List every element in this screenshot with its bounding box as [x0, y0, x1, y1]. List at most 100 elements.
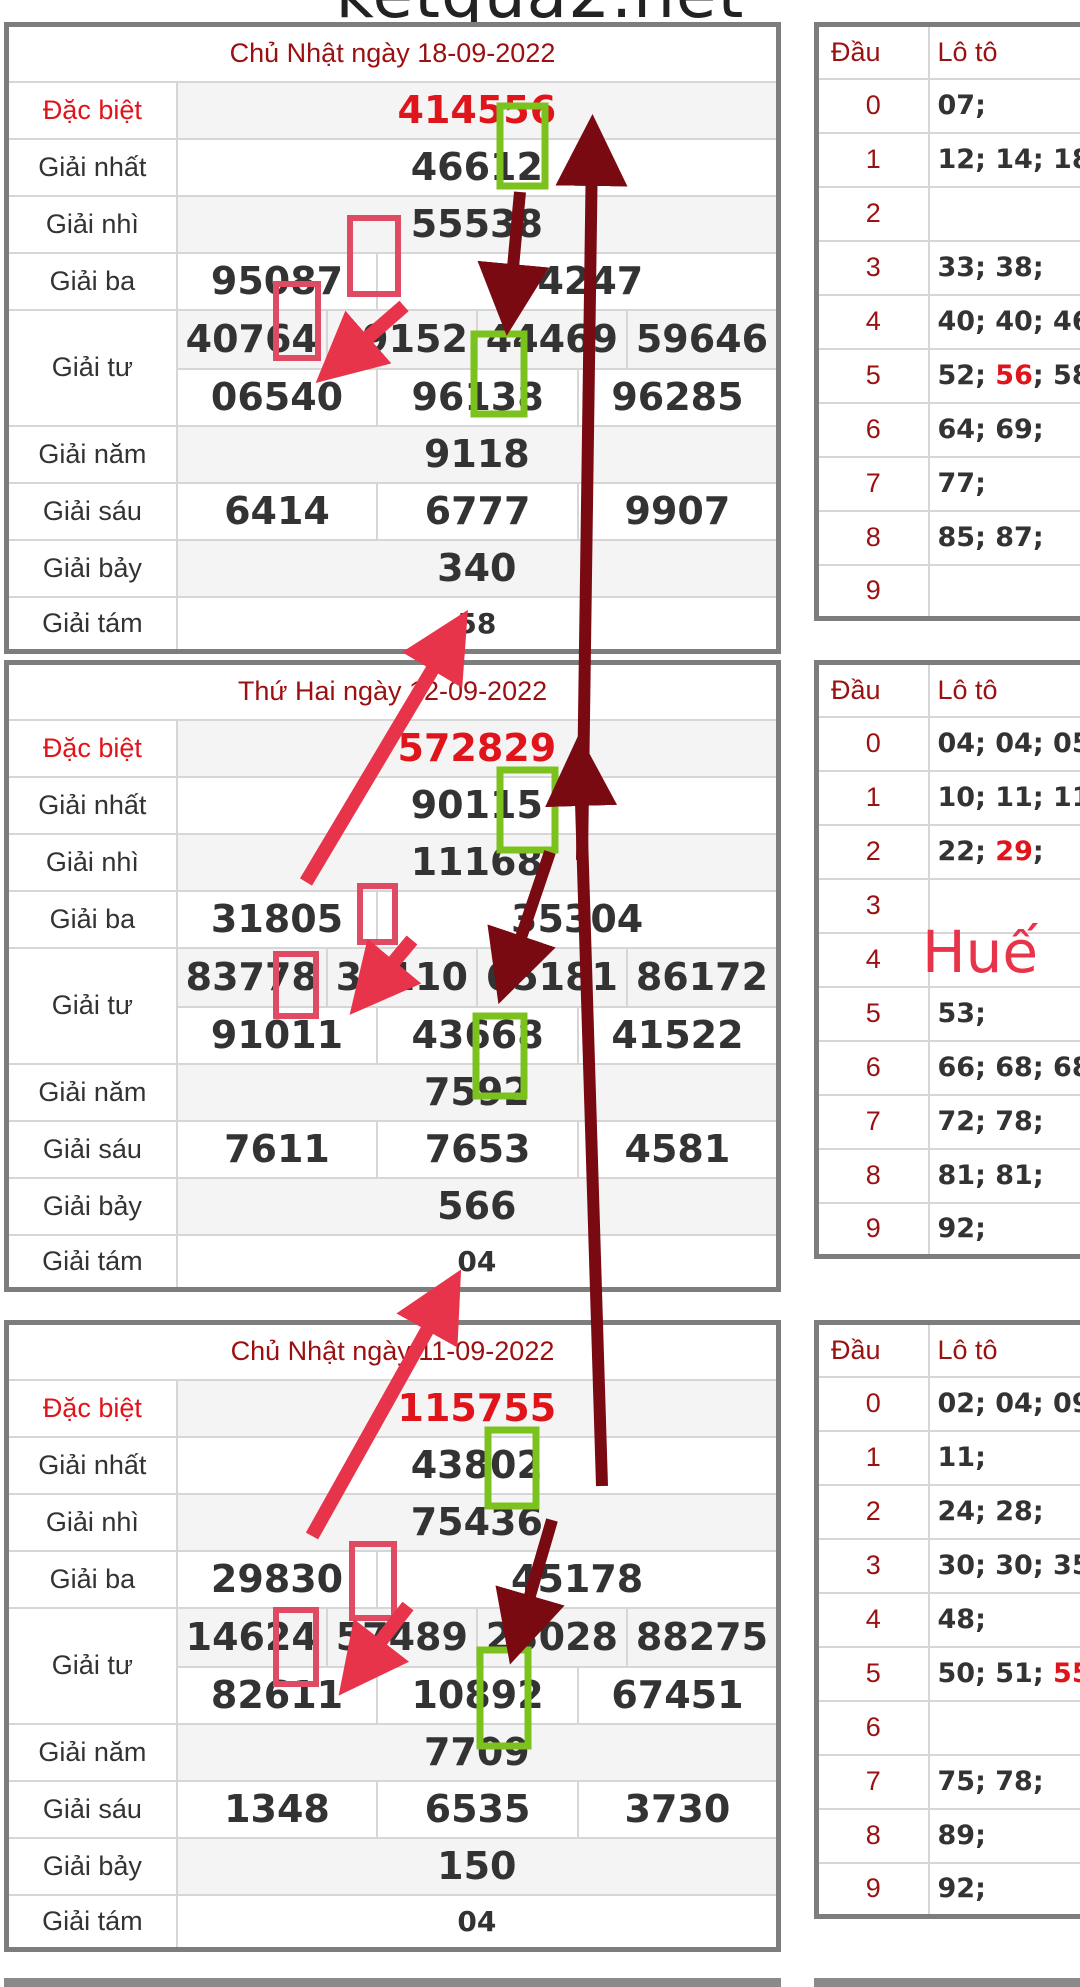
loto-values — [927, 185, 1080, 242]
loto-number: 66; 68; 68; — [937, 1052, 1080, 1083]
label-giai-tu: Giải tư — [5, 1606, 178, 1725]
value-giai-tam: 04 — [175, 1893, 780, 1951]
loto-dau: 2 — [815, 185, 930, 242]
loto-number: 89; — [937, 1820, 986, 1851]
value-giai-tu: 37110 — [328, 949, 478, 1005]
loto-dau: 9 — [815, 563, 930, 620]
loto-dau: 3 — [815, 239, 930, 296]
loto-values: 12; 14; 18; — [927, 131, 1080, 188]
value-giai-sau: 6414 — [175, 481, 379, 541]
value-giai-tu: 96285 — [576, 367, 780, 427]
loto-header-loto: Lô tô — [927, 661, 1080, 718]
loto-dau: 1 — [815, 769, 930, 826]
loto-number: 53; — [937, 998, 986, 1029]
loto-number: 75; 78; — [937, 1766, 1044, 1797]
region-label: Huế — [922, 918, 1039, 986]
loto-dau: 2 — [815, 1483, 930, 1540]
loto-number: 10; 11; 11; — [937, 782, 1080, 813]
draw-caption: Chủ Nhật ngày 18-09-2022 — [5, 23, 780, 83]
loto-values: 22; 29; — [927, 823, 1080, 880]
value-giai-ba: 35304 — [376, 889, 780, 949]
loto-values: 81; 81; — [927, 1147, 1080, 1204]
loto-number: 81; 81; — [937, 1160, 1044, 1191]
value-giai-ba: 31805 — [175, 889, 379, 949]
loto-number: 33; 38; — [937, 252, 1044, 283]
loto-values: 77; — [927, 455, 1080, 512]
label-giai-ba: Giải ba — [5, 889, 178, 949]
next-table-edge — [4, 1978, 781, 1987]
loto-dau: 1 — [815, 1429, 930, 1486]
label-giai-bay: Giải bảy — [5, 538, 178, 598]
value-giai-tu: 65181 — [478, 949, 628, 1005]
loto-number: 11; — [937, 1442, 986, 1473]
label-giai-nhat: Giải nhất — [5, 775, 178, 835]
value-giai-sau: 1348 — [175, 1779, 379, 1839]
value-dac-biet: 414556 — [175, 80, 780, 140]
loto-number: 12; 14; 18; — [937, 144, 1080, 175]
label-giai-nhi: Giải nhì — [5, 832, 178, 892]
loto-number: 48; — [937, 1604, 986, 1635]
loto-header-dau: Đầu — [815, 661, 930, 718]
loto-values: 24; 28; — [927, 1483, 1080, 1540]
loto-dau: 4 — [815, 293, 930, 350]
results-table-draw-2: Thứ Hai ngày 12-09-2022 Đặc biệt 572829 G… — [4, 660, 781, 1292]
loto-dau: 8 — [815, 1807, 930, 1864]
loto-number: ; 58; — [1032, 360, 1080, 391]
value-dac-biet: 115755 — [175, 1378, 780, 1438]
loto-values: 92; — [927, 1201, 1080, 1258]
draw-caption: Thứ Hai ngày 12-09-2022 — [5, 661, 780, 721]
value-giai-nhat: 43802 — [175, 1435, 780, 1495]
loto-values: 72; 78; — [927, 1093, 1080, 1150]
loto-dau: 7 — [815, 1093, 930, 1150]
loto-dau: 1 — [815, 131, 930, 188]
value-giai-tu: 23028 — [478, 1609, 628, 1665]
results-table-draw-3: Chủ Nhật ngày 11-09-2022 Đặc biệt 115755 … — [4, 1320, 781, 1952]
loto-values: 07; — [927, 77, 1080, 134]
value-giai-tu: 10892 — [376, 1665, 579, 1725]
value-giai-tu: 06540 — [175, 367, 379, 427]
value-giai-nhat: 90115 — [175, 775, 780, 835]
next-loto-edge — [814, 1978, 1080, 1987]
value-dac-biet: 572829 — [175, 718, 780, 778]
loto-number: 22; — [937, 836, 996, 867]
label-giai-nhat: Giải nhất — [5, 1435, 178, 1495]
loto-dau: 4 — [815, 931, 930, 988]
loto-dau: 6 — [815, 401, 930, 458]
loto-dau: 0 — [815, 715, 930, 772]
loto-values: 11; — [927, 1429, 1080, 1486]
loto-header-dau: Đầu — [815, 23, 930, 80]
loto-dau: 7 — [815, 455, 930, 512]
loto-values: 89; — [927, 1807, 1080, 1864]
label-giai-tu: Giải tư — [5, 308, 178, 427]
value-giai-nhat: 46612 — [175, 137, 780, 197]
value-giai-sau: 7653 — [376, 1119, 579, 1179]
value-giai-ba: 94247 — [376, 251, 780, 311]
loto-dau: 5 — [815, 347, 930, 404]
label-giai-tam: Giải tám — [5, 1893, 178, 1951]
value-giai-tu: 86172 — [635, 955, 769, 999]
loto-dau: 6 — [815, 1699, 930, 1756]
loto-dau: 5 — [815, 985, 930, 1042]
value-giai-sau: 6535 — [376, 1779, 579, 1839]
loto-table-draw-3: ĐầuLô tô 002; 04; 09; 111; 224; 28; 330;… — [814, 1320, 1080, 1919]
label-giai-nam: Giải năm — [5, 1062, 178, 1122]
loto-values: 50; 51; 55; — [927, 1645, 1080, 1702]
value-giai-nhi: 55538 — [175, 194, 780, 254]
value-giai-tu: 83778 — [179, 949, 328, 1005]
loto-values: 52; 56; 58; — [927, 347, 1080, 404]
value-giai-sau: 9907 — [576, 481, 780, 541]
loto-values: 66; 68; 68; — [927, 1039, 1080, 1096]
label-giai-bay: Giải bảy — [5, 1176, 178, 1236]
label-dac-biet: Đặc biệt — [5, 718, 178, 778]
label-dac-biet: Đặc biệt — [5, 80, 178, 140]
loto-values: 48; — [927, 1591, 1080, 1648]
loto-number: 02; 04; 09; — [937, 1388, 1080, 1419]
loto-number-highlight: 55 — [1053, 1658, 1080, 1689]
loto-number: 50; 51; — [937, 1658, 1054, 1689]
label-giai-ba: Giải ba — [5, 251, 178, 311]
loto-values: 10; 11; 11; — [927, 769, 1080, 826]
value-giai-nam: 9118 — [175, 424, 780, 484]
label-giai-nhi: Giải nhì — [5, 194, 178, 254]
loto-number: 72; 78; — [937, 1106, 1044, 1137]
label-giai-tam: Giải tám — [5, 1233, 178, 1291]
